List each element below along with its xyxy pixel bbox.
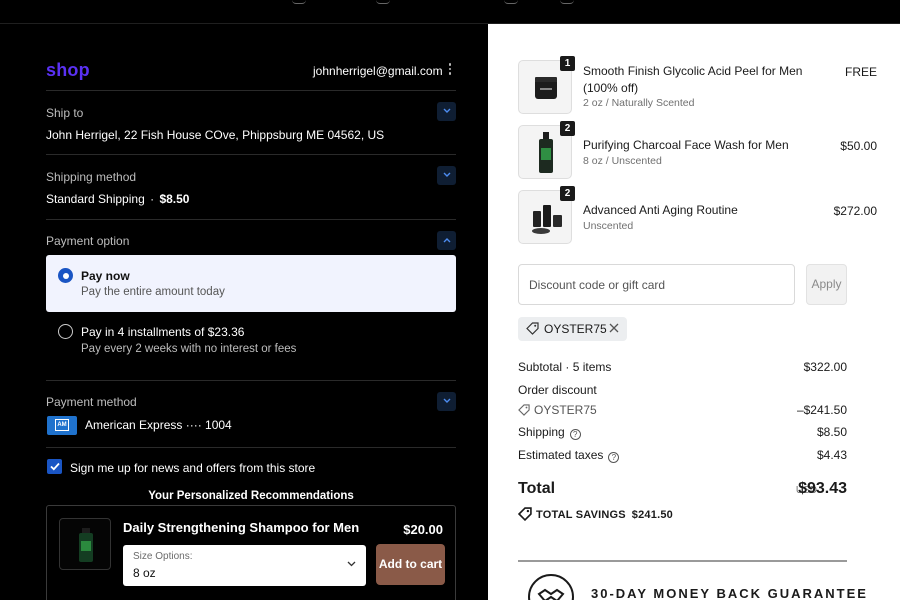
shipping-method-name: Standard Shipping xyxy=(46,192,145,206)
radio-unselected[interactable] xyxy=(58,324,73,339)
discount-code-text: OYSTER75 xyxy=(534,403,597,417)
quantity-badge: 1 xyxy=(560,56,575,71)
handshake-icon xyxy=(528,574,574,600)
quantity-badge: 2 xyxy=(560,186,575,201)
shipping-method-value: Standard Shipping · $8.50 xyxy=(46,192,189,206)
tag-icon xyxy=(518,404,530,416)
item-variant: 2 oz / Naturally Scented xyxy=(583,97,695,109)
card-details: American Express ···· 1004 xyxy=(85,418,232,432)
option-title[interactable]: Pay in 4 installments of $23.36 xyxy=(81,325,244,339)
select-label: Size Options: xyxy=(133,551,193,562)
top-bar xyxy=(0,0,900,24)
cart-item: 1 Smooth Finish Glycolic Acid Peel for M… xyxy=(518,56,877,116)
add-to-cart-button[interactable]: Add to cart xyxy=(376,544,445,585)
payment-option-label: Payment option xyxy=(46,234,130,248)
divider xyxy=(46,90,456,91)
item-price: $272.00 xyxy=(833,204,877,218)
more-options-icon[interactable] xyxy=(446,63,454,77)
discount-code-input[interactable]: Discount code or gift card xyxy=(518,264,795,305)
total-label: Total xyxy=(518,480,556,497)
help-icon[interactable]: ? xyxy=(569,429,581,440)
ship-to-label: Ship to xyxy=(46,106,84,120)
shipping-method-label: Shipping method xyxy=(46,170,137,184)
item-variant: 8 oz / Unscented xyxy=(583,155,662,167)
item-variant: Unscented xyxy=(583,220,634,232)
separator: · xyxy=(150,192,155,206)
top-fragment xyxy=(292,0,306,4)
order-discount-code: OYSTER75 xyxy=(518,403,597,417)
top-fragment xyxy=(560,0,574,4)
product-name[interactable]: Daily Strengthening Shampoo for Men xyxy=(123,520,359,535)
payment-method-label: Payment method xyxy=(46,395,137,409)
size-select[interactable]: Size Options: 8 oz xyxy=(123,545,366,586)
taxes-value: $4.43 xyxy=(816,448,847,462)
subtotal-label: Subtotal · 5 items xyxy=(518,360,612,374)
item-name: Advanced Anti Aging Routine xyxy=(583,203,738,217)
total-value: $93.43 xyxy=(798,480,847,497)
remove-discount-icon[interactable] xyxy=(608,322,620,334)
savings-value: $241.50 xyxy=(631,509,673,521)
ship-to-address: John Herrigel, 22 Fish House COve, Phipp… xyxy=(46,128,385,142)
divider xyxy=(46,154,456,155)
newsletter-checkbox[interactable] xyxy=(47,459,62,474)
shipping-label: Shipping xyxy=(518,425,565,439)
chevron-down-icon[interactable] xyxy=(437,392,456,411)
help-icon[interactable]: ? xyxy=(608,452,620,463)
recommendations-title: Your Personalized Recommendations xyxy=(148,490,354,502)
cart-item: 2 Purifying Charcoal Face Wash for Men 8… xyxy=(518,121,877,181)
item-name: Purifying Charcoal Face Wash for Men xyxy=(583,138,789,152)
quantity-badge: 2 xyxy=(560,121,575,136)
divider xyxy=(46,380,456,381)
chevron-down-icon[interactable] xyxy=(437,166,456,185)
shop-logo[interactable]: shop xyxy=(46,60,90,81)
account-email: johnherrigel@gmail.com xyxy=(313,64,443,78)
payment-option-pay-now[interactable]: Pay now Pay the entire amount today xyxy=(46,255,456,312)
item-name: Smooth Finish Glycolic Acid Peel for Men… xyxy=(583,64,803,95)
select-value: 8 oz xyxy=(133,566,156,580)
top-fragment xyxy=(376,0,390,4)
shipping-method-price: $8.50 xyxy=(159,192,190,206)
option-subtitle: Pay every 2 weeks with no interest or fe… xyxy=(81,343,297,355)
applied-discount-chip: OYSTER75 xyxy=(518,317,627,341)
tag-icon xyxy=(526,322,539,335)
chevron-down-icon xyxy=(347,561,356,567)
item-price: $50.00 xyxy=(840,139,877,153)
chevron-up-icon[interactable] xyxy=(437,231,456,250)
taxes-label: Estimated taxes xyxy=(518,448,604,462)
guarantee-text: 30-DAY MONEY BACK GUARANTEE xyxy=(591,586,868,600)
taxes-label-row: Estimated taxes? xyxy=(518,448,620,463)
discount-code-text: OYSTER75 xyxy=(544,322,607,336)
newsletter-label[interactable]: Sign me up for news and offers from this… xyxy=(70,461,315,475)
top-fragment xyxy=(504,0,518,4)
discount-value: –$241.50 xyxy=(796,403,847,417)
order-summary-panel: 1 Smooth Finish Glycolic Acid Peel for M… xyxy=(488,24,900,600)
option-subtitle: Pay the entire amount today xyxy=(81,286,225,298)
item-price: FREE xyxy=(844,65,877,79)
tag-icon xyxy=(517,507,532,522)
chevron-down-icon[interactable] xyxy=(437,102,456,121)
total-savings: TOTAL SAVINGS $241.50 xyxy=(517,507,673,522)
product-thumbnail[interactable] xyxy=(59,518,111,570)
recommendation-card: Daily Strengthening Shampoo for Men $20.… xyxy=(46,505,456,600)
savings-label: TOTAL SAVINGS xyxy=(536,509,626,521)
amex-card-icon: AM xyxy=(47,416,77,435)
divider xyxy=(46,447,456,448)
cart-item: 2 Advanced Anti Aging Routine Unscented … xyxy=(518,186,877,246)
divider xyxy=(46,219,456,220)
checkout-panel: shop johnherrigel@gmail.com Ship to John… xyxy=(0,24,488,600)
subtotal-value: $322.00 xyxy=(803,360,847,374)
shipping-label-row: Shipping? xyxy=(518,425,581,440)
discount-placeholder: Discount code or gift card xyxy=(529,278,666,292)
shipping-value: $8.50 xyxy=(816,425,847,439)
option-title: Pay now xyxy=(81,269,130,283)
apply-discount-button[interactable]: Apply xyxy=(806,264,847,305)
radio-selected[interactable] xyxy=(58,268,73,283)
divider xyxy=(518,560,847,562)
order-discount-label: Order discount xyxy=(518,383,597,397)
product-price: $20.00 xyxy=(403,522,443,537)
